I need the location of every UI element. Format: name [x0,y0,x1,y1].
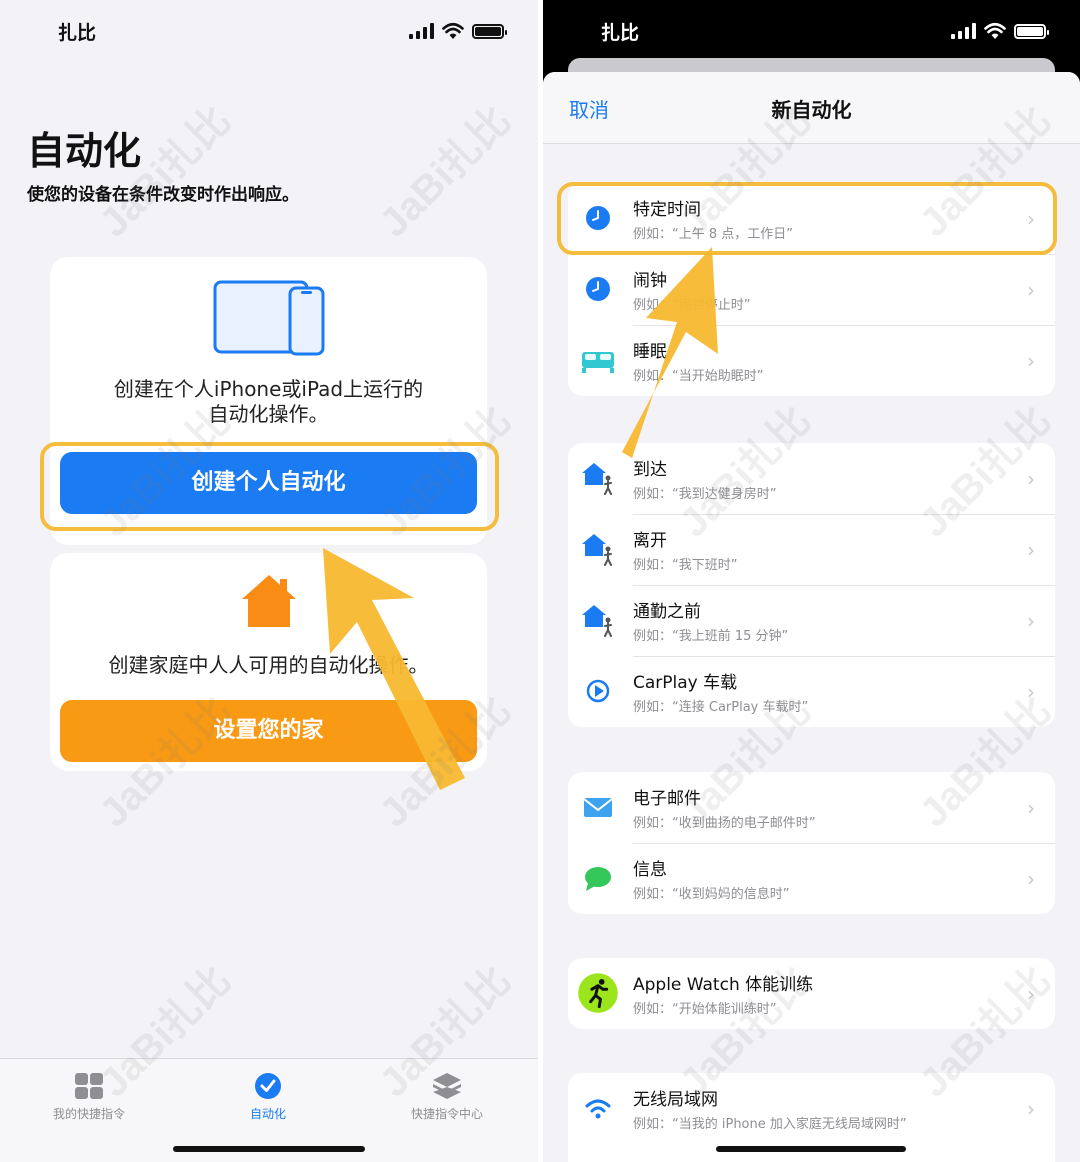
row-subtitle: 例如：“我下班时” [633,558,738,573]
wifi-status-icon [442,22,464,39]
row-title: CarPlay 车载 [633,673,738,693]
tab-label: 快捷指令中心 [410,1107,483,1121]
battery-icon [1014,23,1049,39]
status-bar: 扎比 [543,0,1080,60]
chevron-right-icon: › [1027,1097,1035,1121]
bed-icon [582,352,614,373]
house-icon [242,575,296,627]
message-icon [585,867,611,891]
personal-card-text: 创建在个人iPhone或iPad上运行的 自动化操作。 [113,377,424,426]
trigger-wifi[interactable]: 无线局域网 例如：“当我的 iPhone 加入家庭无线局域网时” › [568,1073,1055,1144]
home-card-text: 创建家庭中人人可用的自动化操作。 [108,653,429,677]
automation-check-icon [255,1073,281,1099]
chevron-right-icon: › [1027,609,1035,633]
wifi-icon [585,1099,611,1119]
carrier-label: 扎比 [601,22,640,44]
row-subtitle: 例如：“当开始助眠时” [633,369,764,384]
mail-icon [583,798,613,817]
battery-icon [472,23,507,39]
row-subtitle: 例如：“我上班前 15 分钟” [633,629,789,644]
trigger-leave[interactable]: 离开 例如：“我下班时” › [568,514,1055,585]
commute-icon [582,605,612,637]
alarm-clock-icon [586,277,610,301]
chevron-right-icon: › [1027,278,1035,302]
row-title: 通勤之前 [633,602,701,622]
carrier-label: 扎比 [58,22,97,44]
home-indicator [716,1146,906,1152]
tab-label: 自动化 [249,1107,286,1121]
chevron-right-icon: › [1027,538,1035,562]
status-icons [951,20,1049,42]
trigger-before-commute[interactable]: 通勤之前 例如：“我上班前 15 分钟” › [568,585,1055,656]
trigger-message[interactable]: 信息 例如：“收到妈妈的信息时” › [568,843,1055,914]
tab-label: 我的快捷指令 [52,1107,125,1121]
status-icons [409,20,507,42]
home-indicator [173,1146,365,1152]
trigger-sleep[interactable]: 睡眠 例如：“当开始助眠时” › [568,325,1055,396]
home-arrive-icon [582,463,612,495]
trigger-alarm[interactable]: 闹钟 例如：“闹钟停止时” › [568,254,1055,325]
chevron-right-icon: › [1027,349,1035,373]
tab-automation[interactable]: 自动化 [198,1071,338,1122]
status-bar: 扎比 [0,0,538,60]
row-subtitle: 例如：“当我的 iPhone 加入家庭无线局域网时” [633,1117,907,1132]
carplay-icon [586,679,610,703]
cellular-signal-icon [409,23,434,39]
chevron-right-icon: › [1027,867,1035,891]
home-leave-icon [582,534,612,566]
wifi-status-icon [984,22,1006,39]
chevron-right-icon: › [1027,467,1035,491]
row-title: 睡眠 [633,342,667,362]
cellular-signal-icon [951,23,976,39]
row-subtitle: 例如：“收到妈妈的信息时” [633,887,790,902]
row-title: 信息 [633,860,667,880]
row-title: 到达 [633,460,667,480]
row-title: 闹钟 [633,271,667,291]
chevron-right-icon: › [1027,796,1035,820]
ipad-iphone-icon [213,280,325,356]
workout-icon [578,973,618,1013]
row-subtitle: 例如：“闹钟停止时” [633,298,751,313]
row-title: 离开 [633,531,667,551]
